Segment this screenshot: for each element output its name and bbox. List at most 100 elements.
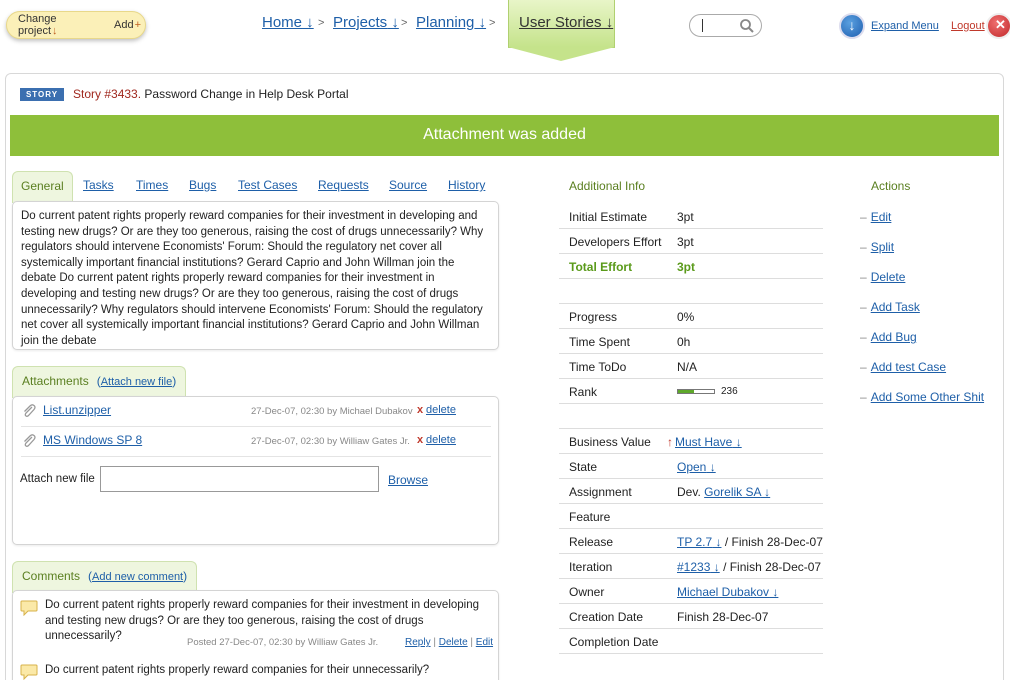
dash-bullet: – bbox=[860, 270, 867, 284]
comment-text: Do current patent rights properly reward… bbox=[45, 664, 430, 676]
tab-times[interactable]: Times bbox=[136, 178, 168, 192]
info-label: Developers Effort bbox=[569, 235, 662, 249]
add-other-link[interactable]: Add Some Other Shit bbox=[871, 390, 984, 404]
tab-source[interactable]: Source bbox=[389, 178, 427, 192]
add-task-link[interactable]: Add Task bbox=[871, 300, 920, 314]
rank-bar bbox=[677, 389, 715, 394]
breadcrumb-projects[interactable]: Projects ↓ bbox=[333, 14, 399, 31]
delete-x-icon: x bbox=[417, 434, 424, 446]
info-feature: Feature bbox=[559, 504, 823, 529]
assignment-role: Dev. bbox=[677, 485, 701, 499]
expand-menu-link[interactable]: Expand Menu bbox=[871, 20, 939, 32]
release-link[interactable]: TP 2.7 ↓ bbox=[677, 535, 721, 549]
delete-attachment-link[interactable]: delete bbox=[426, 404, 456, 416]
breadcrumb-home[interactable]: Home ↓ bbox=[262, 14, 314, 31]
current-section-label: User Stories ↓ bbox=[519, 14, 614, 31]
state-link[interactable]: Open ↓ bbox=[677, 460, 716, 474]
tab-bugs[interactable]: Bugs bbox=[189, 178, 216, 192]
iteration-text: #1233 bbox=[677, 560, 711, 574]
breadcrumb-home-label: Home bbox=[262, 14, 303, 31]
edit-link[interactable]: Edit bbox=[871, 210, 892, 224]
add-bug-link[interactable]: Add Bug bbox=[871, 330, 917, 344]
browse-link[interactable]: Browse bbox=[388, 473, 428, 487]
add-test-case-link[interactable]: Add test Case bbox=[871, 360, 946, 374]
info-completion-date: Completion Date bbox=[559, 629, 823, 654]
attachment-link[interactable]: List.unzipper bbox=[43, 403, 111, 417]
info-value: Open ↓ bbox=[677, 460, 716, 474]
success-alert: Attachment was added bbox=[10, 115, 999, 156]
dash-bullet: – bbox=[860, 330, 867, 344]
info-value: 3pt bbox=[677, 210, 694, 224]
top-bar: Change project↓ Add+ Home ↓ > Projects ↓… bbox=[0, 0, 1010, 70]
info-value: 0% bbox=[677, 310, 695, 324]
delete-comment-link[interactable]: Delete bbox=[439, 637, 468, 648]
story-title: Story #3433. Password Change in Help Des… bbox=[73, 87, 349, 101]
add-label: Add bbox=[113, 19, 134, 31]
info-value: Finish 28-Dec-07 bbox=[677, 610, 769, 624]
info-label: Feature bbox=[569, 510, 611, 524]
info-label: Progress bbox=[569, 310, 618, 324]
tab-test-cases[interactable]: Test Cases bbox=[238, 178, 297, 192]
info-value: 3pt bbox=[677, 235, 694, 249]
info-value: N/A bbox=[677, 360, 698, 374]
breadcrumb-planning[interactable]: Planning ↓ bbox=[416, 14, 486, 31]
split-link[interactable]: Split bbox=[871, 240, 894, 254]
info-time-spent: Time Spent 0h bbox=[559, 329, 823, 354]
delete-attachment-link[interactable]: delete bbox=[426, 434, 456, 446]
attach-new-file-link[interactable]: Attach new file bbox=[101, 376, 173, 388]
delete-x-icon: x bbox=[417, 404, 424, 416]
info-value: Michael Dubakov ↓ bbox=[677, 585, 778, 599]
arrow-up-icon: ↑ bbox=[667, 435, 673, 449]
action-edit: – Edit bbox=[860, 210, 891, 224]
comment-bubble-icon bbox=[20, 664, 38, 680]
edit-comment-link[interactable]: Edit bbox=[476, 637, 493, 648]
info-label: Creation Date bbox=[569, 610, 644, 624]
action-add-bug: – Add Bug bbox=[860, 330, 917, 344]
release-text: TP 2.7 bbox=[677, 535, 713, 549]
attachments-title: Attachments bbox=[22, 374, 89, 388]
text-cursor bbox=[702, 19, 703, 32]
story-id: Story #3433. bbox=[73, 87, 142, 101]
info-time-todo: Time ToDo N/A bbox=[559, 354, 823, 379]
comment-actions: Reply | Delete | Edit bbox=[405, 637, 494, 648]
info-label: Completion Date bbox=[569, 635, 659, 649]
project-pill: Change project↓ Add+ bbox=[6, 11, 146, 39]
search-icon[interactable] bbox=[739, 18, 755, 34]
assignee-link[interactable]: Gorelik SA ↓ bbox=[704, 485, 770, 499]
dash-bullet: – bbox=[860, 390, 867, 404]
list-item: MS Windows SP 8 27-Dec-07, 02:30 by Will… bbox=[21, 427, 491, 457]
info-initial-estimate: Initial Estimate 3pt bbox=[559, 204, 823, 229]
reply-link[interactable]: Reply bbox=[405, 637, 431, 648]
info-value: 3pt bbox=[677, 260, 695, 274]
story-name: Password Change in Help Desk Portal bbox=[144, 87, 349, 101]
tab-pointer bbox=[508, 47, 615, 61]
file-path-input[interactable] bbox=[100, 466, 379, 492]
tab-requests[interactable]: Requests bbox=[318, 178, 369, 192]
change-project-button[interactable]: Change project↓ bbox=[18, 13, 103, 37]
info-label: Owner bbox=[569, 585, 605, 599]
expand-menu-icon[interactable]: ↓ bbox=[839, 13, 865, 39]
info-state: State Open ↓ bbox=[559, 454, 823, 479]
breadcrumb-separator: > bbox=[401, 17, 408, 29]
info-assignment: Assignment Dev. Gorelik SA ↓ bbox=[559, 479, 823, 504]
attachment-link[interactable]: MS Windows SP 8 bbox=[43, 433, 142, 447]
search-input[interactable] bbox=[689, 14, 762, 37]
delete-link[interactable]: Delete bbox=[871, 270, 906, 284]
add-button[interactable]: Add+ bbox=[114, 19, 145, 31]
logout-link[interactable]: Logout bbox=[951, 20, 985, 32]
tab-general[interactable]: General bbox=[12, 171, 73, 203]
close-icon[interactable]: ✕ bbox=[986, 13, 1010, 39]
info-spacer bbox=[559, 279, 823, 304]
list-item: List.unzipper 27-Dec-07, 02:30 by Michae… bbox=[21, 397, 491, 427]
tab-tasks[interactable]: Tasks bbox=[83, 178, 114, 192]
current-section-tab[interactable]: User Stories ↓ bbox=[508, 0, 615, 62]
actions-title: Actions bbox=[871, 179, 911, 193]
iteration-link[interactable]: #1233 ↓ bbox=[677, 560, 720, 574]
owner-link[interactable]: Michael Dubakov ↓ bbox=[677, 585, 778, 599]
add-new-comment-link[interactable]: Add new comment bbox=[92, 571, 183, 583]
info-owner: Owner Michael Dubakov ↓ bbox=[559, 579, 823, 604]
owner-text: Michael Dubakov bbox=[677, 585, 770, 599]
assignee-text: Gorelik SA bbox=[704, 485, 761, 499]
tab-history[interactable]: History bbox=[448, 178, 485, 192]
business-value-link[interactable]: Must Have ↓ bbox=[675, 435, 742, 449]
